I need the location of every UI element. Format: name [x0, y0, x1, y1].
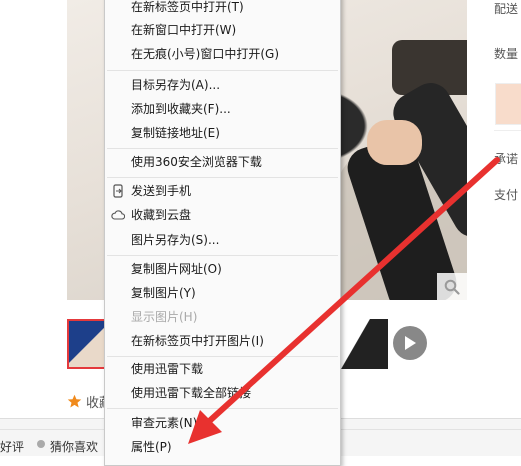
menu-separator: [107, 356, 338, 357]
payment-label: 支付: [494, 188, 519, 202]
menu-separator: [107, 255, 338, 256]
menu-item-thunder-download-all[interactable]: 使用迅雷下载全部链接: [105, 382, 340, 404]
quantity-label: 数量: [494, 47, 519, 61]
menu-item-copy-image[interactable]: 复制图片(Y): [105, 282, 340, 304]
menu-separator: [107, 177, 338, 178]
menu-item-save-image-as[interactable]: 图片另存为(S)...: [105, 229, 340, 251]
menu-item-show-image: 显示图片(H): [131, 310, 198, 324]
model-hand: [367, 120, 422, 165]
menu-item-download-360[interactable]: 使用360安全浏览器下载: [105, 151, 340, 173]
magnifier-icon: [444, 279, 460, 295]
play-icon: [405, 336, 416, 350]
phone-icon: [113, 184, 123, 198]
star-icon: [67, 394, 82, 408]
tab-good-reviews[interactable]: 好评: [0, 438, 24, 455]
tab-guess-you-like[interactable]: 猜你喜欢: [50, 438, 98, 455]
divider: [494, 130, 521, 131]
menu-item-label: 发送到手机: [131, 184, 192, 198]
delivery-label: 配送: [494, 2, 519, 16]
menu-item-open-new-window[interactable]: 在新窗口中打开(W): [105, 19, 340, 41]
promise-label: 承诺: [494, 152, 519, 166]
video-play-button[interactable]: [393, 326, 427, 360]
menu-item-thunder-download[interactable]: 使用迅雷下载: [105, 358, 340, 380]
thumbnail[interactable]: [338, 319, 388, 369]
menu-separator: [107, 70, 338, 71]
radio-dot-icon: [37, 440, 45, 448]
context-menu: 在新标签页中打开(T) 在新窗口中打开(W) 在无痕(小号)窗口中打开(G) 目…: [104, 0, 341, 466]
menu-item-copy-image-url[interactable]: 复制图片网址(O): [105, 258, 340, 280]
menu-item-label: 收藏到云盘: [131, 208, 192, 222]
menu-item-open-image-new-tab[interactable]: 在新标签页中打开图片(I): [105, 330, 340, 352]
menu-separator: [107, 408, 338, 409]
menu-item-save-target-as[interactable]: 目标另存为(A)...: [105, 74, 340, 96]
menu-item-open-new-tab[interactable]: 在新标签页中打开(T): [105, 0, 340, 18]
menu-separator: [107, 148, 338, 149]
cloud-icon: [111, 210, 125, 220]
zoom-button[interactable]: [437, 273, 467, 301]
menu-item-inspect-element[interactable]: 审查元素(N): [105, 412, 340, 434]
menu-item-send-to-phone[interactable]: 发送到手机: [105, 180, 340, 202]
color-swatch[interactable]: [495, 83, 521, 125]
menu-item-open-incognito[interactable]: 在无痕(小号)窗口中打开(G): [105, 43, 340, 65]
menu-item-add-to-favorites[interactable]: 添加到收藏夹(F)...: [105, 98, 340, 120]
menu-item-copy-link[interactable]: 复制链接地址(E): [105, 122, 340, 144]
menu-item-save-to-cloud[interactable]: 收藏到云盘: [105, 204, 340, 226]
